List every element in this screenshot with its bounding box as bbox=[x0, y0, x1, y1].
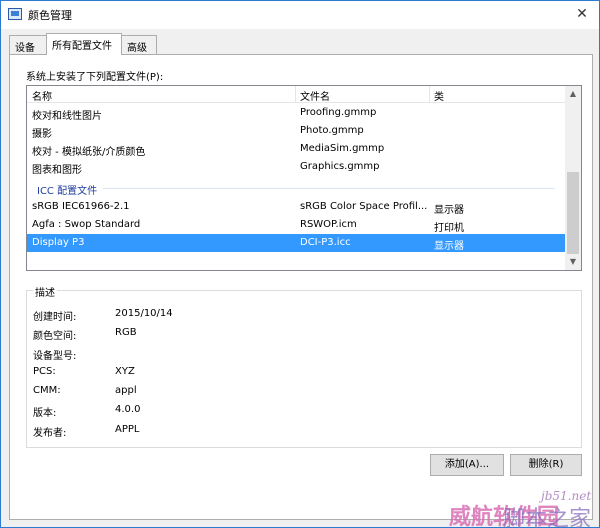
property-label: 颜色空间: bbox=[33, 331, 77, 342]
window-title: 颜色管理 bbox=[28, 9, 72, 22]
list-header: 名称 文件名 类 bbox=[27, 86, 565, 103]
tab-strip: 设备 所有配置文件 高级 bbox=[9, 33, 593, 55]
scroll-down-icon[interactable]: ▼ bbox=[565, 254, 581, 270]
tab-devices[interactable]: 设备 bbox=[9, 35, 47, 54]
profile-name: 校对和线性图片 bbox=[32, 111, 102, 122]
property-label: 发布者: bbox=[33, 428, 67, 439]
profile-filename: sRGB Color Space Profil... bbox=[300, 201, 428, 212]
property-value: 4.0.0 bbox=[115, 404, 141, 415]
profile-name: sRGB IEC61966-2.1 bbox=[32, 201, 130, 212]
description-title: 描述 bbox=[33, 284, 57, 299]
property-row: PCS: XYZ bbox=[33, 366, 573, 380]
property-label: 设备型号: bbox=[33, 351, 77, 362]
list-item[interactable]: 校对和线性图片 Proofing.gmmp bbox=[27, 104, 565, 122]
profile-name: 摄影 bbox=[32, 129, 52, 140]
property-row: 颜色空间: RGB bbox=[33, 327, 573, 342]
column-header-name[interactable]: 名称 bbox=[32, 88, 52, 103]
list-body: 校对和线性图片 Proofing.gmmp 摄影 Photo.gmmp 校对 -… bbox=[27, 104, 565, 252]
group-label: ICC 配置文件 bbox=[37, 182, 104, 197]
property-value: APPL bbox=[115, 424, 140, 435]
column-header-filename[interactable]: 文件名 bbox=[300, 88, 330, 103]
profile-name: 图表和图形 bbox=[32, 165, 82, 176]
vertical-scrollbar[interactable]: ▲ ▼ bbox=[565, 86, 581, 270]
list-item[interactable]: sRGB IEC61966-2.1 sRGB Color Space Profi… bbox=[27, 198, 565, 216]
profile-name: Agfa : Swop Standard bbox=[32, 219, 141, 230]
list-item[interactable]: Agfa : Swop Standard RSWOP.icm 打印机 bbox=[27, 216, 565, 234]
description-groupbox: 描述 创建时间: 2015/10/14 颜色空间: RGB 设备型号: PCS:… bbox=[26, 284, 582, 448]
property-label: PCS: bbox=[33, 366, 56, 377]
property-label: CMM: bbox=[33, 385, 61, 396]
profile-name: Display P3 bbox=[32, 237, 85, 248]
property-row: 版本: 4.0.0 bbox=[33, 404, 573, 419]
close-button[interactable]: ✕ bbox=[567, 3, 597, 25]
profile-list[interactable]: 名称 文件名 类 校对和线性图片 Proofing.gmmp 摄影 Photo.… bbox=[26, 85, 582, 271]
tab-all-profiles[interactable]: 所有配置文件 bbox=[46, 33, 122, 55]
property-row: CMM: appl bbox=[33, 385, 573, 399]
profile-filename: Graphics.gmmp bbox=[300, 161, 380, 172]
list-item[interactable]: 校对 - 模拟纸张/介质颜色 MediaSim.gmmp bbox=[27, 140, 565, 158]
column-divider[interactable] bbox=[429, 86, 430, 103]
profile-name: 校对 - 模拟纸张/介质颜色 bbox=[32, 147, 146, 158]
profile-class: 显示器 bbox=[434, 205, 464, 216]
list-item[interactable]: 图表和图形 Graphics.gmmp bbox=[27, 158, 565, 176]
profile-filename: Photo.gmmp bbox=[300, 125, 364, 136]
icc-profiles-group-header: ICC 配置文件 bbox=[27, 176, 565, 198]
property-row: 发布者: APPL bbox=[33, 424, 573, 439]
profile-filename: MediaSim.gmmp bbox=[300, 143, 385, 154]
profile-list-caption: 系统上安装了下列配置文件(P): bbox=[26, 72, 164, 83]
property-value: appl bbox=[115, 385, 137, 396]
property-value: 2015/10/14 bbox=[115, 308, 173, 319]
property-value: XYZ bbox=[115, 366, 135, 377]
profile-filename: Proofing.gmmp bbox=[300, 107, 377, 118]
delete-button[interactable]: 删除(R) bbox=[510, 454, 582, 476]
profile-class: 打印机 bbox=[434, 223, 464, 234]
list-item-selected[interactable]: Display P3 DCI-P3.icc 显示器 bbox=[27, 234, 565, 252]
add-button[interactable]: 添加(A)... bbox=[430, 454, 504, 476]
color-management-icon bbox=[8, 8, 22, 20]
tab-advanced[interactable]: 高级 bbox=[121, 35, 157, 54]
scroll-up-icon[interactable]: ▲ bbox=[565, 86, 581, 102]
property-row: 创建时间: 2015/10/14 bbox=[33, 308, 573, 323]
property-row: 设备型号: bbox=[33, 347, 573, 362]
column-header-class[interactable]: 类 bbox=[434, 88, 444, 103]
column-divider[interactable] bbox=[295, 86, 296, 103]
property-label: 创建时间: bbox=[33, 312, 77, 323]
profile-class: 显示器 bbox=[434, 241, 464, 252]
list-item[interactable]: 摄影 Photo.gmmp bbox=[27, 122, 565, 140]
profile-filename: RSWOP.icm bbox=[300, 219, 357, 230]
property-value: RGB bbox=[115, 327, 137, 338]
all-profiles-panel: 系统上安装了下列配置文件(P): 名称 文件名 类 校对和线性图片 Proofi… bbox=[9, 54, 593, 520]
profile-filename: DCI-P3.icc bbox=[300, 237, 351, 248]
scrollbar-thumb[interactable] bbox=[567, 172, 579, 254]
title-bar[interactable]: 颜色管理 ✕ bbox=[1, 1, 599, 29]
property-label: 版本: bbox=[33, 408, 57, 419]
color-management-window: 颜色管理 ✕ 设备 所有配置文件 高级 系统上安装了下列配置文件(P): 名称 … bbox=[0, 0, 600, 528]
